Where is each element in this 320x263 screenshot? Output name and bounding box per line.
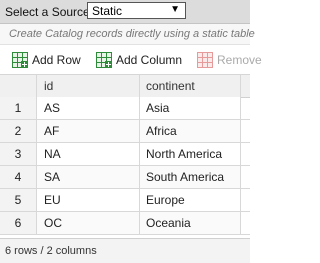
column-header-continent[interactable]: continent: [140, 75, 241, 97]
row-filler: [241, 143, 250, 165]
row-number[interactable]: 2: [0, 120, 37, 142]
cell-continent[interactable]: Asia: [140, 97, 241, 119]
row-number-header: [0, 75, 37, 97]
column-header-id[interactable]: id: [37, 75, 140, 97]
source-label: Select a Source:: [5, 5, 94, 19]
source-select[interactable]: Static ▼: [87, 2, 186, 19]
hint-bar: Create Catalog records directly using a …: [0, 24, 255, 45]
grid-header: id continent: [0, 75, 250, 98]
row-filler: [241, 97, 250, 119]
status-text: 6 rows / 2 columns: [5, 245, 97, 257]
add-row-button[interactable]: Add Row: [12, 51, 81, 69]
add-column-icon: [96, 52, 112, 68]
cell-continent[interactable]: Europe: [140, 189, 241, 211]
cell-id[interactable]: AF: [37, 120, 140, 142]
row-number[interactable]: 4: [0, 166, 37, 188]
add-row-label: Add Row: [32, 53, 81, 67]
table-row[interactable]: 4 SA South America: [0, 166, 250, 189]
cell-continent[interactable]: North America: [140, 143, 241, 165]
cell-continent[interactable]: South America: [140, 166, 241, 188]
row-number[interactable]: 6: [0, 212, 37, 234]
cell-id[interactable]: SA: [37, 166, 140, 188]
remove-icon: [197, 52, 213, 68]
source-bar: Select a Source: Static ▼: [0, 0, 250, 24]
source-select-value: Static: [92, 4, 123, 18]
row-filler: [241, 166, 250, 188]
row-filler: [241, 212, 250, 234]
row-filler: [241, 189, 250, 211]
row-number[interactable]: 3: [0, 143, 37, 165]
dropdown-arrow-icon: ▼: [170, 4, 180, 15]
table-row[interactable]: 1 AS Asia: [0, 97, 250, 120]
table-row[interactable]: 5 EU Europe: [0, 189, 250, 212]
remove-label: Remove: [217, 53, 262, 67]
row-number[interactable]: 5: [0, 189, 37, 211]
add-column-button[interactable]: Add Column: [96, 51, 182, 69]
cell-id[interactable]: EU: [37, 189, 140, 211]
data-grid: id continent 1 AS Asia 2 AF Africa 3 NA …: [0, 75, 250, 238]
row-filler: [241, 120, 250, 142]
add-row-icon: [12, 52, 28, 68]
cell-id[interactable]: OC: [37, 212, 140, 234]
table-row[interactable]: 3 NA North America: [0, 143, 250, 166]
table-row[interactable]: 2 AF Africa: [0, 120, 250, 143]
cell-continent[interactable]: Africa: [140, 120, 241, 142]
header-filler: [241, 75, 250, 97]
row-number[interactable]: 1: [0, 97, 37, 119]
hint-text: Create Catalog records directly using a …: [9, 28, 255, 40]
toolbar: Add Row Add Column Remove: [0, 45, 262, 75]
cell-id[interactable]: NA: [37, 143, 140, 165]
table-row[interactable]: 6 OC Oceania: [0, 212, 250, 235]
cell-continent[interactable]: Oceania: [140, 212, 241, 234]
cell-id[interactable]: AS: [37, 97, 140, 119]
add-column-label: Add Column: [116, 53, 183, 67]
status-bar: 6 rows / 2 columns: [0, 238, 250, 263]
remove-button[interactable]: Remove: [197, 51, 262, 69]
